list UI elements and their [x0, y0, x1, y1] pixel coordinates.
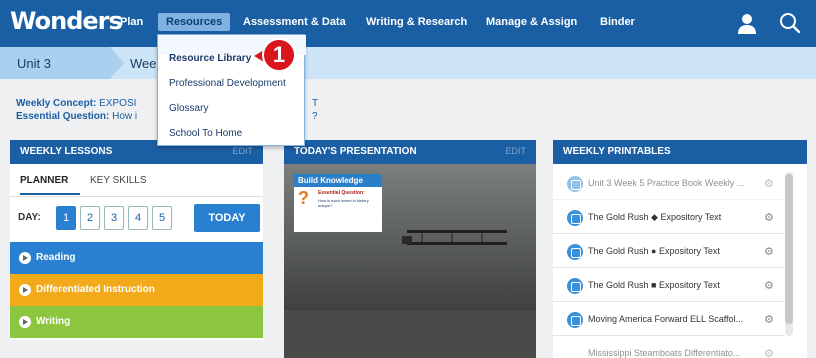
airplane-illustration [402, 230, 507, 245]
today-button[interactable]: TODAY [194, 204, 260, 232]
day-3-button[interactable]: 3 [104, 206, 124, 230]
gear-icon[interactable]: ⚙ [764, 313, 774, 326]
printable-item[interactable]: Unit 3 Week 5 Practice Book Weekly ... ⚙ [553, 167, 785, 200]
presentation-ground [284, 310, 536, 358]
printable-label: The Gold Rush ● Expository Text [588, 246, 720, 256]
lesson-row-label: Differentiated Instruction [36, 284, 155, 295]
nav-item-writing-research[interactable]: Writing & Research [366, 16, 467, 28]
wonders-logo[interactable]: Wonders [10, 7, 123, 35]
unit-chip[interactable]: Unit 3 [0, 47, 124, 79]
lesson-row-differentiated[interactable]: Differentiated Instruction [10, 274, 263, 306]
printable-label: Mississippi Steamboats Differentiato... [588, 348, 741, 358]
weekly-lessons-title: WEEKLY LESSONS [20, 146, 113, 157]
printables-title: WEEKLY PRINTABLES [563, 146, 671, 157]
document-icon [567, 278, 583, 294]
essential-question: Essential Question: How i [16, 111, 137, 122]
nav-item-assessment[interactable]: Assessment & Data [243, 16, 346, 28]
lesson-row-label: Reading [36, 252, 76, 263]
printable-label: Unit 3 Week 5 Practice Book Weekly ... [588, 178, 745, 188]
user-icon[interactable] [737, 13, 757, 35]
play-icon [19, 284, 31, 296]
nav-item-resources[interactable]: Resources [158, 13, 231, 31]
day-5-button[interactable]: 5 [152, 206, 172, 230]
printables-header: WEEKLY PRINTABLES [553, 140, 807, 164]
question-mark-icon: ? [298, 188, 309, 208]
essential-question-tail: ? [312, 111, 318, 122]
unit-label: Unit 3 [17, 56, 51, 71]
nav-item-manage-assign[interactable]: Manage & Assign [486, 16, 577, 28]
menu-item-glossary[interactable]: Glossary [169, 103, 208, 114]
tab-key-skills[interactable]: KEY SKILLS [90, 175, 147, 186]
scroll-thumb[interactable] [785, 174, 793, 324]
document-icon [567, 210, 583, 226]
week-label[interactable]: Wee [130, 56, 160, 71]
weekly-concept-tail: T [312, 98, 319, 109]
printable-label: The Gold Rush ◆ Expository Text [588, 212, 722, 222]
weekly-printables-panel: WEEKLY PRINTABLES Unit 3 Week 5 Practice… [553, 140, 807, 358]
build-knowledge-card: Build Knowledge ? Essential Question: Ho… [294, 174, 382, 232]
printable-item[interactable]: The Gold Rush ◆ Expository Text ⚙ [553, 201, 785, 234]
presentation-edit[interactable]: EDIT [505, 146, 526, 156]
day-1-button[interactable]: 1 [56, 206, 76, 230]
play-icon [19, 316, 31, 328]
essential-question-label: Essential Question: [16, 111, 110, 122]
menu-item-professional-development[interactable]: Professional Development [169, 78, 286, 89]
gear-icon[interactable]: ⚙ [764, 279, 774, 292]
day-label: DAY: [18, 212, 41, 223]
tab-planner[interactable]: PLANNER [20, 175, 68, 186]
day-4-button[interactable]: 4 [128, 206, 148, 230]
menu-item-school-to-home[interactable]: School To Home [169, 128, 242, 139]
play-icon [19, 252, 31, 264]
build-knowledge-title: Build Knowledge [294, 174, 382, 187]
printable-item[interactable]: Moving America Forward ELL Scaffol... ⚙ [553, 303, 785, 336]
essential-question-value: How i [112, 111, 138, 122]
printable-label: The Gold Rush ■ Expository Text [588, 280, 720, 290]
gear-icon[interactable]: ⚙ [764, 347, 774, 358]
weekly-lessons-edit[interactable]: EDIT [232, 146, 253, 156]
bk-essential-question: Essential Question: [318, 190, 365, 196]
lesson-row-reading[interactable]: Reading [10, 242, 263, 274]
weekly-lessons-panel: WEEKLY LESSONS EDIT PLANNER KEY SKILLS D… [10, 140, 263, 340]
printable-item[interactable]: The Gold Rush ● Expository Text ⚙ [553, 235, 785, 268]
todays-presentation-panel[interactable]: TODAY'S PRESENTATION EDIT Build Knowledg… [284, 140, 536, 358]
nav-item-plan[interactable]: Plan [120, 16, 143, 28]
step-callout-badge: 1 [262, 38, 296, 72]
document-icon [567, 312, 583, 328]
printable-label: Moving America Forward ELL Scaffol... [588, 314, 744, 324]
weekly-concept-label: Weekly Concept: [16, 98, 97, 109]
printables-scrollbar[interactable] [785, 172, 793, 336]
day-2-button[interactable]: 2 [80, 206, 100, 230]
menu-item-resource-library[interactable]: Resource Library [169, 53, 251, 64]
gear-icon[interactable]: ⚙ [764, 211, 774, 224]
search-icon[interactable] [779, 12, 801, 34]
gear-icon[interactable]: ⚙ [764, 245, 774, 258]
weekly-concept: Weekly Concept: EXPOSI [16, 98, 136, 109]
unit-bar: Unit 3 Wee [0, 47, 816, 79]
presentation-header: TODAY'S PRESENTATION EDIT [284, 140, 536, 164]
lesson-row-label: Writing [36, 316, 71, 327]
presentation-title: TODAY'S PRESENTATION [294, 146, 417, 157]
nav-item-binder[interactable]: Binder [600, 16, 635, 28]
gear-icon[interactable]: ⚙ [764, 177, 774, 190]
top-nav: Wonders Plan Resources Assessment & Data… [0, 0, 816, 47]
lesson-tabs: PLANNER KEY SKILLS [10, 164, 263, 196]
document-icon [567, 176, 583, 192]
bk-question-text: How is each invent in history unique? [318, 198, 369, 208]
printable-item[interactable]: Mississippi Steamboats Differentiato... … [553, 337, 785, 358]
document-icon [567, 244, 583, 260]
weekly-concept-value: EXPOSI [99, 98, 137, 109]
day-selector: DAY: 1 2 3 4 5 TODAY [10, 196, 263, 240]
active-tab-indicator [20, 193, 80, 195]
lesson-row-writing[interactable]: Writing [10, 306, 263, 338]
printable-item[interactable]: The Gold Rush ■ Expository Text ⚙ [553, 269, 785, 302]
